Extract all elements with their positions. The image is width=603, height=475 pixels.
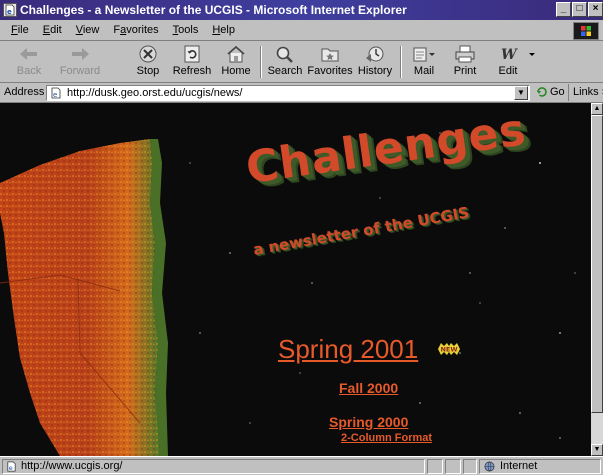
favorites-folder-icon xyxy=(307,43,353,65)
security-zone-label: Internet xyxy=(500,460,538,472)
status-text-panel: e http://www.ucgis.org/ xyxy=(2,459,425,474)
new-badge-icon: NEW xyxy=(438,343,460,355)
west-coast-relief-map xyxy=(0,139,168,456)
maximize-button[interactable]: □ xyxy=(572,2,587,17)
stop-label: Stop xyxy=(136,65,160,77)
chevron-down-icon xyxy=(526,43,538,65)
go-arrow-icon xyxy=(537,87,547,97)
menu-tools[interactable]: Tools xyxy=(166,24,206,36)
menu-view-rest: iew xyxy=(82,24,100,36)
address-bar: Address e http://dusk.geo.orst.edu/ucgis… xyxy=(0,83,603,103)
svg-text:W: W xyxy=(501,47,518,63)
status-cell xyxy=(463,459,477,474)
svg-text:e: e xyxy=(7,8,12,16)
address-input[interactable]: e http://dusk.geo.orst.edu/ucgis/news/ xyxy=(46,85,530,101)
scroll-up-button[interactable]: ▲ xyxy=(591,103,603,115)
internet-globe-icon xyxy=(484,461,495,472)
forward-button[interactable]: Forward xyxy=(58,43,102,81)
history-label: History xyxy=(357,65,393,77)
status-cell xyxy=(445,459,461,474)
menu-file-rest: ile xyxy=(17,24,29,36)
stop-icon xyxy=(132,43,164,65)
address-label: Address xyxy=(4,86,45,98)
back-button[interactable]: Back xyxy=(8,43,50,81)
search-label: Search xyxy=(267,65,303,77)
ie-page-icon[interactable]: e xyxy=(3,3,17,17)
go-button[interactable]: Go xyxy=(536,86,565,98)
home-icon xyxy=(218,43,254,65)
search-icon xyxy=(266,43,304,65)
printer-icon xyxy=(447,43,483,65)
home-label: Home xyxy=(221,65,251,77)
mail-icon xyxy=(406,43,442,65)
refresh-label: Refresh xyxy=(172,65,212,77)
menu-view-accel: V xyxy=(75,24,83,36)
toolbar-separator xyxy=(400,46,402,78)
favorites-button[interactable]: Favorites xyxy=(307,43,353,81)
refresh-icon xyxy=(170,43,214,65)
menu-favorites[interactable]: Favorites xyxy=(106,24,165,36)
links-label: Links xyxy=(573,86,599,98)
menu-edit-rest: dit xyxy=(50,24,62,36)
menu-edit[interactable]: Edit xyxy=(36,24,69,36)
menu-view[interactable]: View xyxy=(69,24,107,36)
spring-2001-link[interactable]: Spring 2001 xyxy=(278,334,418,365)
menu-file-accel: F xyxy=(11,24,18,36)
menu-favorites-rest: vorites xyxy=(126,24,159,36)
menu-tools-rest: ools xyxy=(178,24,199,36)
back-arrow-icon xyxy=(8,43,50,65)
status-cell xyxy=(427,459,443,474)
title-bar[interactable]: e Challenges - a Newsletter of the UCGIS… xyxy=(0,0,603,20)
menu-edit-accel: E xyxy=(42,24,51,36)
print-button[interactable]: Print xyxy=(447,43,483,81)
menu-help-rest: elp xyxy=(220,24,235,36)
word-edit-icon: W xyxy=(492,43,524,65)
print-label: Print xyxy=(453,65,477,77)
security-zone-panel[interactable]: Internet xyxy=(479,459,601,474)
favorites-label: Favorites xyxy=(307,65,353,77)
spring-2000-link[interactable]: Spring 2000 xyxy=(329,414,408,430)
status-bar: e http://www.ucgis.org/ Internet xyxy=(0,456,603,475)
address-url: http://dusk.geo.orst.edu/ucgis/news/ xyxy=(67,87,243,99)
stop-button[interactable]: Stop xyxy=(132,43,164,81)
home-button[interactable]: Home xyxy=(218,43,254,81)
edit-dropdown[interactable] xyxy=(526,43,538,81)
links-button[interactable]: Links » xyxy=(568,84,603,101)
edit-button[interactable]: W Edit xyxy=(492,43,524,81)
ie-page-icon: e xyxy=(7,461,16,472)
menu-bar: File Edit View Favorites Tools Help xyxy=(0,20,603,41)
mail-label: Mail xyxy=(413,65,435,77)
minimize-button[interactable]: _ xyxy=(556,2,571,17)
history-icon xyxy=(355,43,395,65)
ie-page-icon: e xyxy=(51,87,61,99)
svg-text:e: e xyxy=(9,464,13,472)
go-label: Go xyxy=(550,86,565,98)
toolbar-separator xyxy=(260,46,262,78)
scroll-thumb[interactable] xyxy=(591,115,603,413)
page-content: Challenges a newsletter of the UCGIS Spr… xyxy=(0,103,591,456)
windows-logo-icon xyxy=(573,22,599,40)
new-badge-text: NEW xyxy=(440,346,457,354)
forward-arrow-icon xyxy=(58,43,102,65)
close-button[interactable]: × xyxy=(588,2,603,17)
fall-2000-link[interactable]: Fall 2000 xyxy=(339,380,398,396)
standard-toolbar: Back Forward Stop Refresh Home Search Fa… xyxy=(0,41,603,83)
forward-label: Forward xyxy=(59,65,101,77)
edit-label: Edit xyxy=(498,65,518,77)
search-button[interactable]: Search xyxy=(266,43,304,81)
menu-file[interactable]: File xyxy=(4,24,36,36)
window-title: Challenges - a Newsletter of the UCGIS -… xyxy=(20,3,407,17)
refresh-button[interactable]: Refresh xyxy=(170,43,214,81)
history-button[interactable]: History xyxy=(355,43,395,81)
status-text: http://www.ucgis.org/ xyxy=(21,460,123,472)
scroll-down-button[interactable]: ▼ xyxy=(591,444,603,456)
back-label: Back xyxy=(16,65,42,77)
menu-help[interactable]: Help xyxy=(205,24,242,36)
mail-button[interactable]: Mail xyxy=(406,43,442,81)
window-controls: _ □ × xyxy=(556,2,603,17)
vertical-scrollbar[interactable]: ▲ ▼ xyxy=(591,103,603,456)
svg-text:e: e xyxy=(53,91,57,99)
address-dropdown-button[interactable]: ▼ xyxy=(514,86,528,100)
two-column-format-link[interactable]: 2-Column Format xyxy=(341,432,432,444)
